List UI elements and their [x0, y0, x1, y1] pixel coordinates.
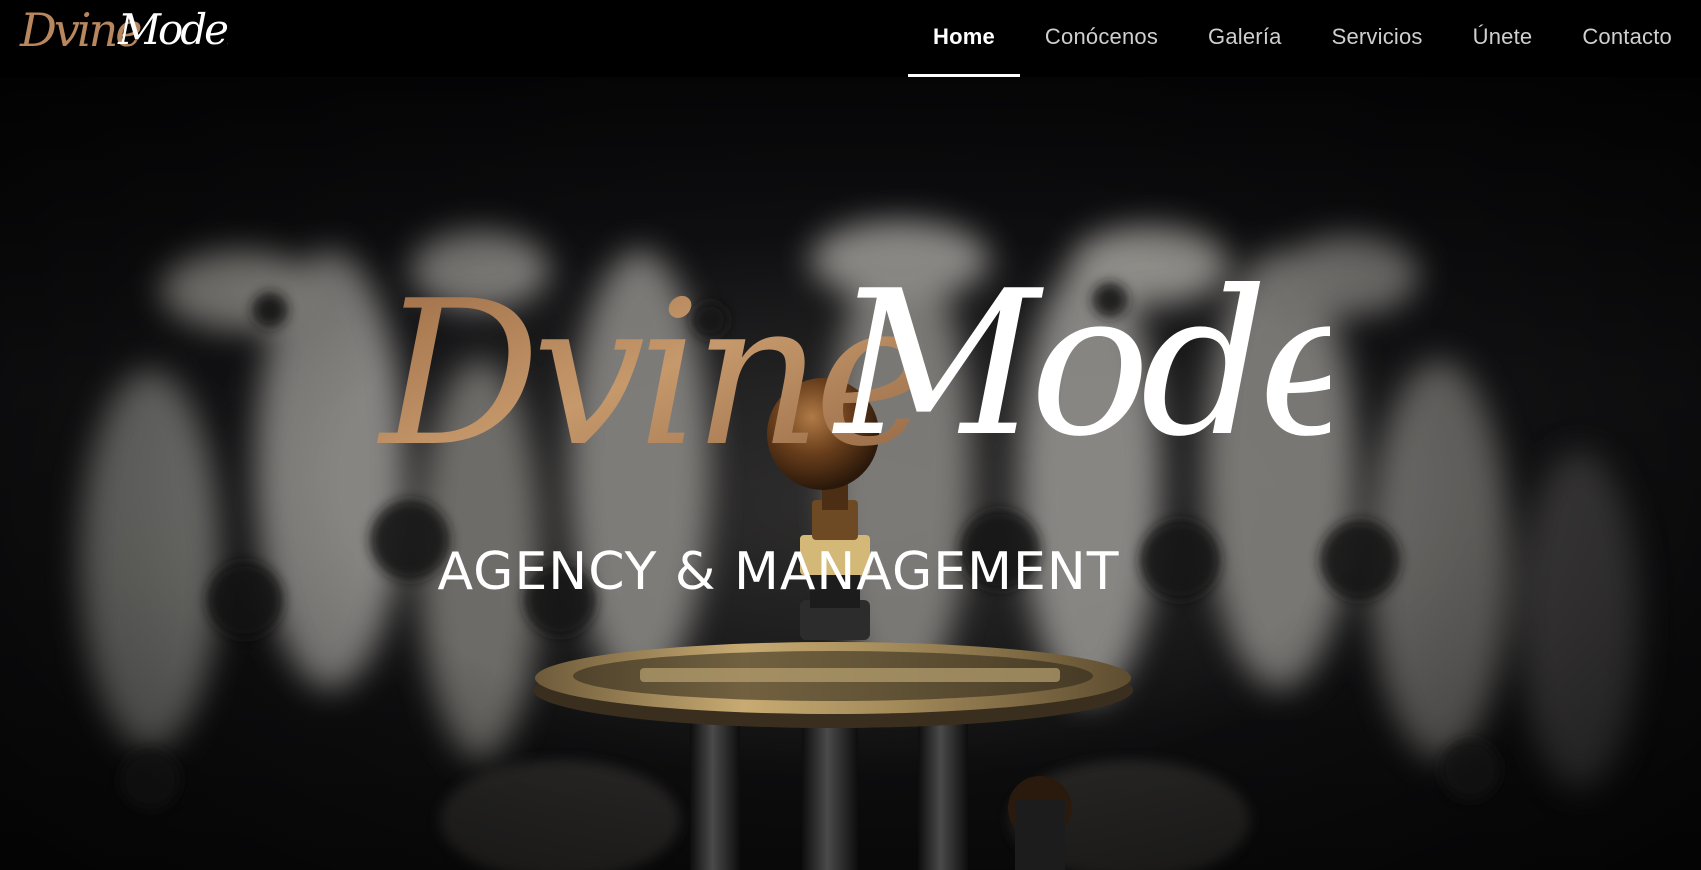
hero-brand-logo: Dvine Models [376, 258, 1330, 491]
nav-item-unete[interactable]: Únete [1448, 0, 1558, 77]
main-nav: Home Conócenos Galería Servicios Únete C… [907, 0, 1701, 77]
nav-item-contacto[interactable]: Contacto [1557, 0, 1701, 77]
page: Dvine Models AGENCY & MANAGEMENT Dvine M… [0, 0, 1701, 870]
brand-logo-part2: Models [831, 258, 1330, 481]
nav-item-servicios[interactable]: Servicios [1307, 0, 1448, 77]
nav-item-label: Únete [1472, 23, 1533, 49]
header-logo-part2: Models [117, 5, 228, 54]
nav-item-label: Galería [1208, 23, 1282, 49]
nav-item-home[interactable]: Home [907, 0, 1020, 77]
nav-item-conocenos[interactable]: Conócenos [1020, 0, 1183, 77]
hero-tagline-text: AGENCY & MANAGEMENT [437, 542, 1120, 602]
hero-tagline: AGENCY & MANAGEMENT [0, 542, 1699, 602]
nav-item-label: Servicios [1331, 23, 1423, 49]
nav-item-label: Home [932, 23, 995, 49]
nav-item-label: Contacto [1582, 23, 1672, 49]
site-header: Dvine Models Home Conócenos Galería Serv… [0, 0, 1701, 77]
header-logo[interactable]: Dvine Models [18, 2, 228, 66]
nav-item-galeria[interactable]: Galería [1183, 0, 1307, 77]
nav-item-label: Conócenos [1044, 23, 1159, 49]
